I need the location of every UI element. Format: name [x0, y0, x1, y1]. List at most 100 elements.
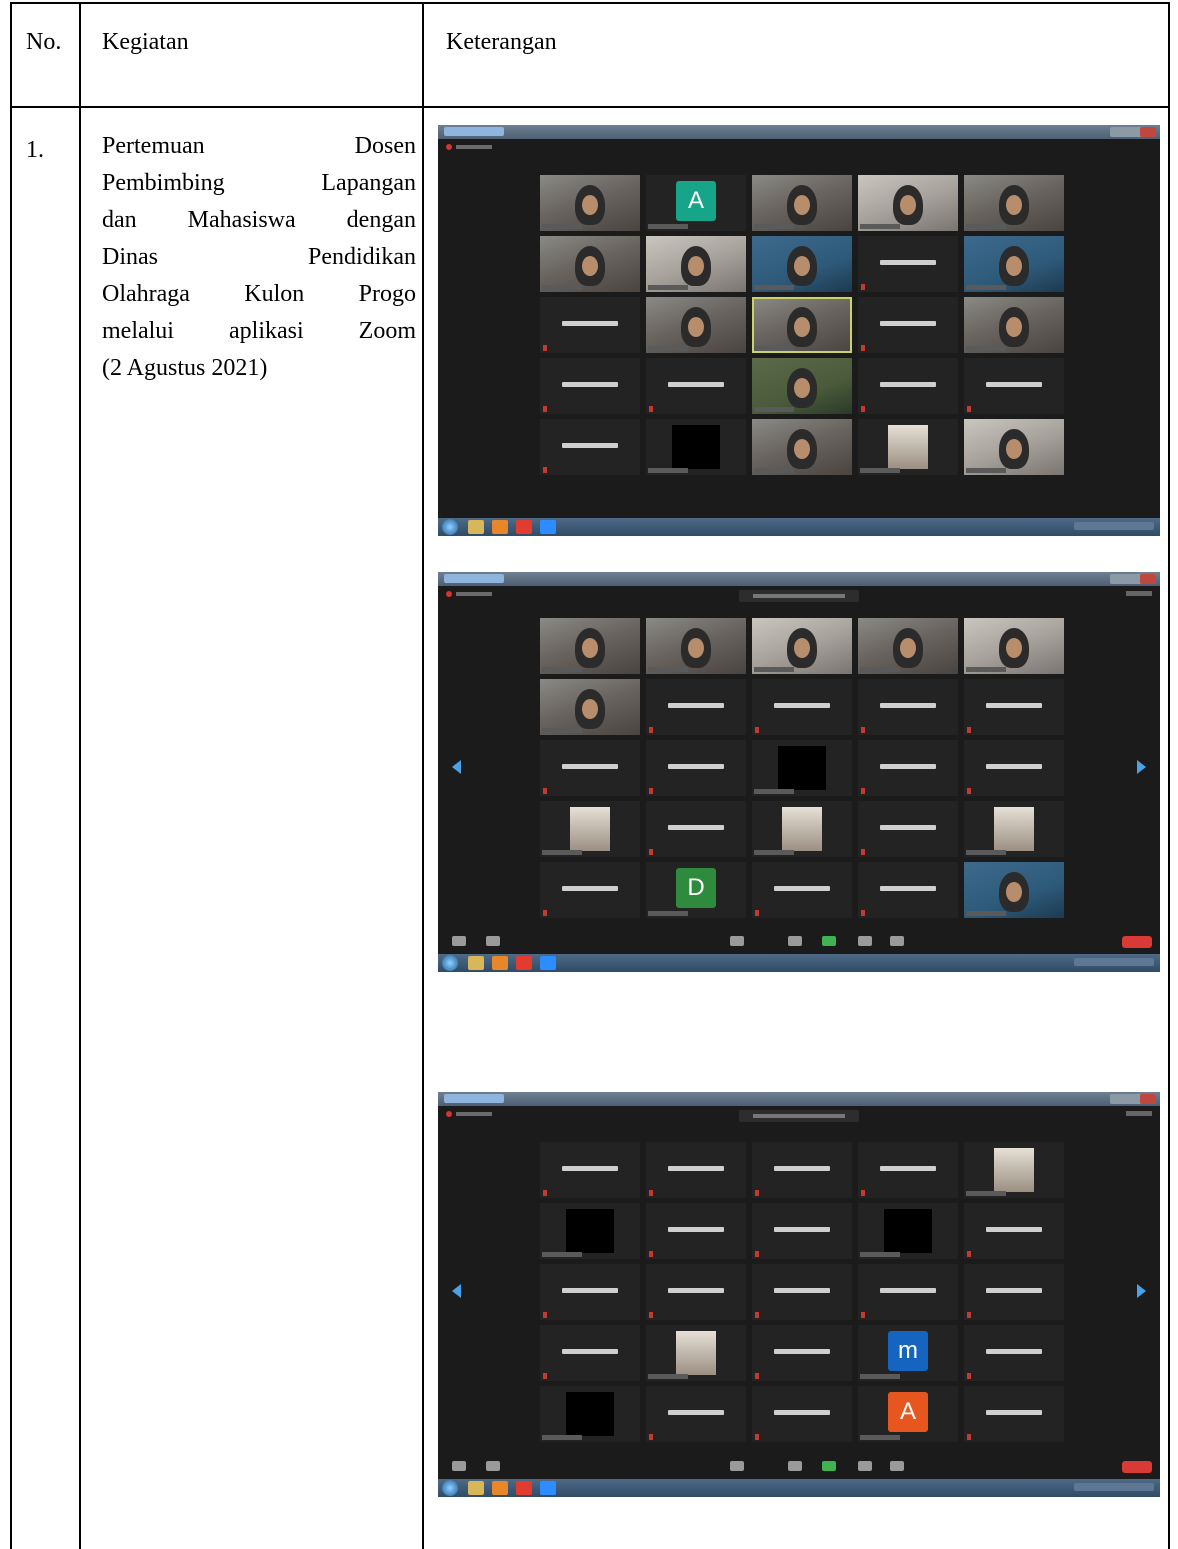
taskbar — [438, 1479, 1160, 1497]
meeting-toolbar — [438, 934, 1160, 954]
participant-tile — [540, 618, 640, 674]
activity-line: dan Mahasiswa dengan — [102, 207, 416, 233]
participant-tile — [752, 1386, 852, 1442]
recording-indicator — [446, 1110, 492, 1118]
header-kegiatan: Kegiatan — [102, 29, 189, 55]
participant-tile — [752, 175, 852, 231]
taskbar — [438, 518, 1160, 536]
window-titlebar — [438, 572, 1160, 586]
zoom-screenshot-3: mA — [438, 1092, 1160, 1497]
start-button-icon — [442, 1480, 458, 1496]
participant-tile — [964, 1325, 1064, 1381]
participant-grid: A — [540, 175, 1064, 475]
participant-tile — [858, 862, 958, 918]
participant-tile — [752, 1203, 852, 1259]
activity-line: Olahraga Kulon Progo — [102, 281, 416, 307]
table-border-top — [10, 2, 1170, 4]
participant-tile — [646, 679, 746, 735]
recording-indicator — [446, 143, 492, 151]
participant-tile — [540, 679, 640, 735]
column-divider-2 — [422, 2, 424, 1549]
participant-tile — [752, 862, 852, 918]
participant-tile — [964, 419, 1064, 475]
participant-avatar-initial: m — [888, 1331, 928, 1371]
participant-tile — [964, 801, 1064, 857]
participant-tile: A — [858, 1386, 958, 1442]
table-border-left — [10, 2, 12, 1549]
participant-tile — [964, 618, 1064, 674]
participant-tile — [646, 419, 746, 475]
participant-tile — [540, 175, 640, 231]
participant-tile — [752, 236, 852, 292]
view-button — [1126, 1111, 1152, 1116]
participant-tile — [964, 862, 1064, 918]
participant-avatar-initial: A — [888, 1392, 928, 1432]
participant-tile — [858, 1203, 958, 1259]
participant-tile — [964, 740, 1064, 796]
next-page-icon — [1137, 1284, 1146, 1298]
participant-tile — [646, 801, 746, 857]
participant-tile — [752, 1325, 852, 1381]
header-no: No. — [26, 29, 62, 55]
prev-page-icon — [452, 760, 461, 774]
participant-tile — [540, 1264, 640, 1320]
participant-tile — [752, 801, 852, 857]
zoom-screenshot-2: D — [438, 572, 1160, 972]
participant-tile — [752, 297, 852, 353]
participant-tile — [540, 862, 640, 918]
participant-tile — [752, 618, 852, 674]
participant-tile — [858, 358, 958, 414]
participant-tile: D — [646, 862, 746, 918]
participant-tile — [540, 419, 640, 475]
row-number: 1. — [26, 137, 44, 163]
participant-tile — [964, 1386, 1064, 1442]
participant-tile — [858, 297, 958, 353]
participant-tile — [752, 1264, 852, 1320]
participant-tile — [964, 679, 1064, 735]
activity-line: Dinas Pendidikan — [102, 244, 416, 270]
participant-tile — [858, 175, 958, 231]
participant-tile — [858, 1142, 958, 1198]
meeting-title — [739, 590, 859, 602]
header-row-divider — [10, 106, 1170, 108]
participant-tile: A — [646, 175, 746, 231]
participant-tile: m — [858, 1325, 958, 1381]
participant-tile — [964, 358, 1064, 414]
participant-tile — [964, 1142, 1064, 1198]
activity-description: Pertemuan Dosen Pembimbing Lapangan dan Mah… — [102, 128, 416, 387]
participant-tile — [540, 1203, 640, 1259]
participant-tile — [540, 358, 640, 414]
participant-tile — [752, 679, 852, 735]
start-button-icon — [442, 519, 458, 535]
participant-tile — [964, 175, 1064, 231]
taskbar — [438, 954, 1160, 972]
meeting-toolbar — [438, 1459, 1160, 1479]
participant-tile — [858, 236, 958, 292]
participant-tile — [858, 618, 958, 674]
meeting-title — [739, 1110, 859, 1122]
zoom-screenshot-1: A — [438, 125, 1160, 536]
activity-line: Pertemuan Dosen — [102, 133, 416, 159]
participant-tile — [540, 740, 640, 796]
participant-tile — [964, 1203, 1064, 1259]
participant-tile — [540, 801, 640, 857]
prev-page-icon — [452, 1284, 461, 1298]
participant-tile — [646, 1142, 746, 1198]
participant-tile — [646, 236, 746, 292]
participant-tile — [752, 740, 852, 796]
participant-tile — [540, 236, 640, 292]
participant-tile — [752, 419, 852, 475]
activity-line: Pembimbing Lapangan — [102, 170, 416, 196]
participant-tile — [752, 1142, 852, 1198]
column-divider-1 — [79, 2, 81, 1549]
header-keterangan: Keterangan — [446, 29, 557, 55]
participant-tile — [858, 419, 958, 475]
participant-tile — [752, 358, 852, 414]
participant-tile — [964, 1264, 1064, 1320]
start-button-icon — [442, 955, 458, 971]
participant-tile — [646, 1386, 746, 1442]
participant-tile — [964, 297, 1064, 353]
participant-tile — [858, 740, 958, 796]
window-titlebar — [438, 1092, 1160, 1106]
participant-grid: mA — [540, 1142, 1064, 1442]
